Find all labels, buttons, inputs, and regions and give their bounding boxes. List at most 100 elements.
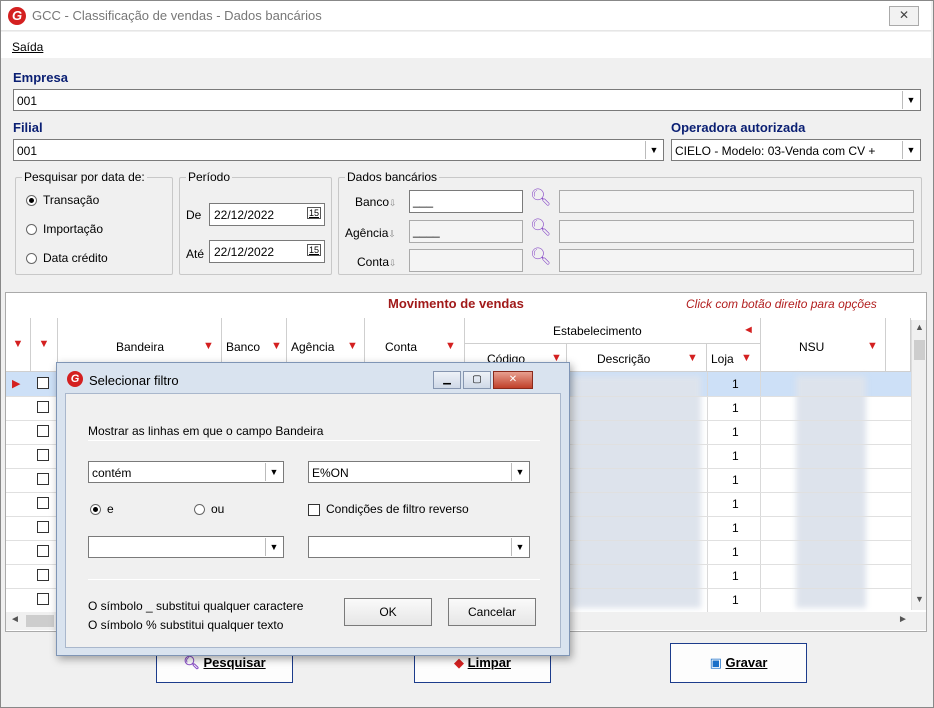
empresa-combo[interactable]: 001 ▼: [13, 89, 921, 111]
chevron-down-icon[interactable]: ▼: [902, 141, 919, 159]
scroll-right-icon[interactable]: ►: [898, 614, 908, 625]
radio-transacao[interactable]: Transação: [26, 193, 99, 207]
menu-saida[interactable]: Saída: [12, 40, 43, 54]
reverse-filter-checkbox[interactable]: Condições de filtro reverso: [308, 502, 469, 516]
ate-date-value: 22/12/2022: [214, 245, 275, 259]
search-icon[interactable]: 🔍︎: [530, 188, 552, 208]
grid-title: Movimento de vendas: [388, 296, 524, 311]
row-checkbox[interactable]: [37, 545, 49, 557]
agencia-input[interactable]: ____: [409, 220, 523, 243]
radio-label: Data crédito: [43, 251, 108, 265]
row-checkbox[interactable]: [37, 401, 49, 413]
radio-icon: [26, 224, 37, 236]
row-checkbox[interactable]: [37, 497, 49, 509]
value-select-2[interactable]: ▼: [308, 536, 530, 558]
filter-icon[interactable]: ▼: [741, 352, 752, 364]
gravar-button[interactable]: ▣ Gravar: [670, 643, 807, 683]
header-label: NSU: [799, 340, 825, 354]
cancel-button[interactable]: Cancelar: [448, 598, 536, 626]
scroll-up-icon[interactable]: ▲: [915, 322, 924, 332]
scroll-down-icon[interactable]: ▼: [915, 594, 924, 604]
ate-date-input[interactable]: 22/12/2022 15: [209, 240, 325, 263]
chevron-down-icon[interactable]: ▼: [265, 538, 282, 556]
de-date-value: 22/12/2022: [214, 208, 275, 222]
chevron-down-icon[interactable]: ▼: [645, 141, 662, 159]
header-loja[interactable]: Loja ▼: [707, 344, 761, 372]
calendar-icon[interactable]: 15: [306, 207, 321, 219]
radio-icon: [90, 504, 101, 516]
filter-icon[interactable]: ▼: [271, 340, 282, 352]
header-sort[interactable]: ▼: [6, 318, 31, 372]
row-checkbox[interactable]: [37, 449, 49, 461]
radio-icon: [194, 504, 205, 516]
radio-importacao[interactable]: Importação: [26, 222, 103, 236]
search-icon: 🔍︎: [183, 655, 200, 670]
operator-value: contém: [92, 466, 132, 480]
minimize-button[interactable]: ▁: [433, 371, 461, 389]
banco-input[interactable]: ___: [409, 190, 523, 213]
filter-icon[interactable]: ▼: [867, 340, 878, 352]
chevron-down-icon[interactable]: ▼: [511, 463, 528, 481]
chevron-down-icon[interactable]: ▼: [265, 463, 282, 481]
value-select[interactable]: E%ON ▼: [308, 461, 530, 483]
radio-data-credito[interactable]: Data crédito: [26, 251, 108, 265]
row-checkbox[interactable]: [37, 425, 49, 437]
chevron-down-icon[interactable]: ▼: [511, 538, 528, 556]
dialog-prompt: Mostrar as linhas em que o campo Bandeir…: [88, 424, 324, 438]
header-label: Estabelecimento: [553, 324, 642, 338]
loja-cell: 1: [732, 497, 739, 511]
checkbox-icon: [308, 503, 320, 516]
empresa-value: 001: [17, 94, 38, 108]
radio-e[interactable]: e: [90, 502, 114, 516]
de-label: De: [186, 208, 202, 222]
maximize-button[interactable]: ▢: [463, 371, 491, 389]
window-title: GCC - Classificação de vendas - Dados ba…: [32, 8, 322, 23]
operator-select-2[interactable]: ▼: [88, 536, 284, 558]
row-checkbox[interactable]: [37, 473, 49, 485]
banco-value: ___: [413, 194, 434, 208]
calendar-icon[interactable]: 15: [306, 244, 321, 256]
filial-combo[interactable]: 001 ▼: [13, 139, 664, 161]
filter-icon[interactable]: ▼: [203, 340, 214, 352]
scroll-thumb[interactable]: [26, 615, 54, 627]
agencia-label: Agência⇩: [345, 226, 396, 240]
conta-input[interactable]: [409, 249, 523, 272]
search-icon[interactable]: 🔍︎: [530, 247, 552, 267]
dialog-close-button[interactable]: ✕: [493, 371, 533, 389]
collapse-icon[interactable]: ◄: [743, 324, 754, 336]
conta-description: [559, 249, 914, 272]
row-checkbox[interactable]: [37, 593, 49, 605]
agencia-description: [559, 220, 914, 243]
loja-cell: 1: [732, 545, 739, 559]
operadora-combo[interactable]: CIELO - Modelo: 03-Venda com CV + ▼: [671, 139, 921, 161]
dados-bancarios-title: Dados bancários: [345, 170, 440, 184]
chevron-down-icon[interactable]: ▼: [902, 91, 919, 109]
header-nsu[interactable]: NSU ▼: [761, 318, 886, 372]
filter-icon[interactable]: ▼: [347, 340, 358, 352]
vertical-scrollbar[interactable]: ▲ ▼: [911, 320, 926, 610]
search-icon[interactable]: 🔍︎: [530, 218, 552, 238]
header-descricao[interactable]: Descrição ▼: [567, 344, 707, 372]
dialog-title: Selecionar filtro: [89, 373, 179, 388]
menu-bar: [1, 32, 931, 58]
row-checkbox[interactable]: [37, 569, 49, 581]
header-check[interactable]: ▼: [31, 318, 58, 372]
operator-select[interactable]: contém ▼: [88, 461, 284, 483]
loja-cell: 1: [732, 449, 739, 463]
scroll-thumb[interactable]: [914, 340, 925, 360]
de-date-input[interactable]: 22/12/2022 15: [209, 203, 325, 226]
ok-button[interactable]: OK: [344, 598, 432, 626]
radio-icon: [26, 195, 37, 207]
loja-cell: 1: [732, 569, 739, 583]
filter-icon[interactable]: ▼: [687, 352, 698, 364]
row-checkbox[interactable]: [37, 377, 49, 389]
eraser-icon: ◆: [454, 655, 465, 670]
filter-icon[interactable]: ▼: [445, 340, 456, 352]
row-checkbox[interactable]: [37, 521, 49, 533]
close-button[interactable]: ✕: [889, 6, 919, 26]
radio-icon: [26, 253, 37, 265]
scroll-left-icon[interactable]: ◄: [10, 614, 20, 625]
radio-ou[interactable]: ou: [194, 502, 224, 516]
loja-cell: 1: [732, 425, 739, 439]
divider: [88, 579, 540, 580]
